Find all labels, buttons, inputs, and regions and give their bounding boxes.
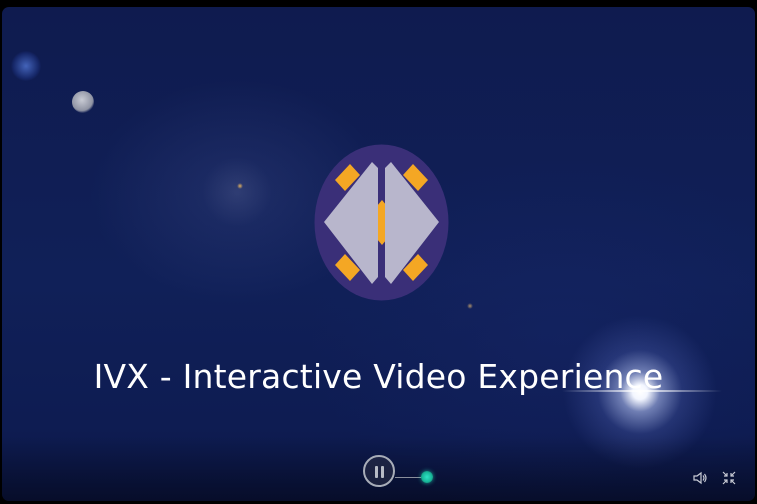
ivx-logo xyxy=(314,144,449,301)
pause-button[interactable] xyxy=(363,455,395,487)
bokeh-light xyxy=(202,157,272,227)
control-bar xyxy=(2,437,755,501)
pause-icon xyxy=(381,466,384,478)
bokeh-light xyxy=(467,303,473,309)
volume-icon[interactable] xyxy=(692,470,708,486)
bokeh-light xyxy=(11,51,41,81)
bokeh-light xyxy=(72,91,94,113)
video-player[interactable]: IVX - Interactive Video Experience xyxy=(0,0,757,504)
video-title: IVX - Interactive Video Experience xyxy=(93,357,664,396)
exit-fullscreen-icon[interactable] xyxy=(721,470,737,486)
video-frame[interactable]: IVX - Interactive Video Experience xyxy=(2,7,755,501)
interactive-node-icon[interactable] xyxy=(421,471,433,483)
progress-track[interactable] xyxy=(395,477,423,478)
pause-icon xyxy=(375,466,378,478)
bokeh-light xyxy=(237,183,243,189)
